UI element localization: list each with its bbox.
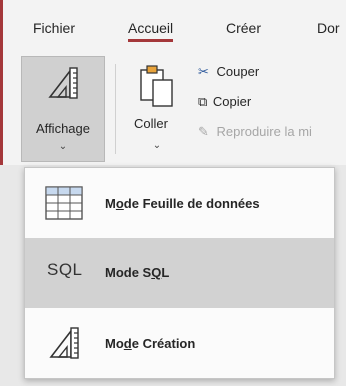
design-view-icon [48,67,78,99]
reproduire-button[interactable]: ✎ Reproduire la mi [198,124,312,140]
sql-icon: SQL [47,260,83,279]
affichage-label: Affichage [36,121,90,136]
affichage-button[interactable]: Affichage ⌄ [21,56,105,162]
coller-label: Coller [134,116,168,131]
tab-creer[interactable]: Créer [226,20,261,36]
design-view-icon [49,327,79,359]
chevron-down-icon: ⌄ [58,141,68,152]
scissors-icon: ✂ [198,64,209,79]
coller-button[interactable]: ⌄ [128,56,186,162]
menu-item-datasheet-view[interactable]: Mode Feuille de données [25,168,334,238]
chevron-down-icon: ⌄ [152,140,162,151]
group-separator [115,64,116,154]
tab-fichier[interactable]: Fichier [33,20,75,36]
datasheet-icon [45,186,83,220]
copier-button[interactable]: ⧉ Copier [198,94,251,110]
copy-icon: ⧉ [198,94,208,109]
menu-item-design-view[interactable]: Mode Création [25,308,334,378]
tab-donnees[interactable]: Dor [317,20,340,36]
couper-label: Couper [216,64,260,79]
format-painter-icon: ✎ [198,124,209,139]
couper-button[interactable]: ✂ Couper [198,64,259,80]
tab-accueil[interactable]: Accueil [128,20,174,42]
paste-icon [140,65,173,107]
menu-item-label: Mode SQL [105,265,170,280]
view-menu: Mode Feuille de données SQL Mode SQL Mod… [24,167,335,379]
menu-item-label: Mode Création [105,336,196,351]
copier-label: Copier [212,94,252,109]
reproduire-label: Reproduire la mi [216,124,312,139]
menu-item-label: Mode Feuille de données [105,196,260,211]
menu-item-sql-view[interactable]: SQL Mode SQL [25,238,334,308]
ribbon-tabs: Fichier Accueil Créer Dor [0,0,346,54]
